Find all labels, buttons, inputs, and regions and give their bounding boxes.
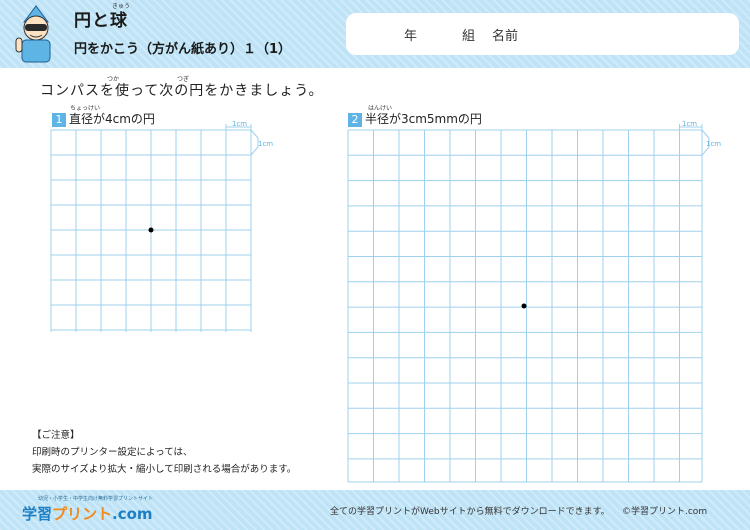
center-point <box>521 303 527 309</box>
grid-1-unit-top: 1cm <box>232 120 248 128</box>
notice: 【ご注意】 印刷時のプリンター設定によっては、 実際のサイズより拡大・縮小して印… <box>32 427 296 478</box>
footer-message: 全ての学習プリントがWebサイトから無料でダウンロードできます。 <box>330 507 610 517</box>
mascot-icon <box>15 5 51 63</box>
page-title: 円と球 <box>74 11 128 31</box>
grid-2-unit-side: 1cm <box>706 140 722 148</box>
footer-site[interactable]: ©学習プリント.com <box>622 504 707 517</box>
site-logo[interactable]: 学習プリント.com <box>22 503 153 524</box>
grid-2-unit-top: 1cm <box>682 120 698 128</box>
logo-text-2: プリント <box>52 505 113 523</box>
logo-tagline: 幼児・小学生・中学生向け無料学習プリントサイト <box>38 496 154 502</box>
grid-2 <box>347 124 710 483</box>
worksheet-page: きゅう 円と球 円をかこう（方がん紙あり）１（1） 年 組 名前 つか つぎ コ… <box>0 0 750 530</box>
page-subtitle: 円をかこう（方がん紙あり）１（1） <box>74 42 292 57</box>
grid-1 <box>50 124 259 332</box>
notice-line-1: 印刷時のプリンター設定によっては、 <box>32 447 193 458</box>
name-label: 名前 <box>492 29 519 44</box>
name-box: 年 組 名前 <box>346 13 739 55</box>
grid-1-unit-side: 1cm <box>258 140 274 148</box>
logo-text-3: .com <box>112 505 153 523</box>
instruction-text: コンパスを使って次の円をかきましょう。 <box>40 83 324 99</box>
year-label: 年 <box>404 29 418 44</box>
center-point <box>148 227 154 233</box>
logo-text-1: 学習 <box>22 505 53 523</box>
notice-line-2: 実際のサイズより拡大・縮小して印刷される場合があります。 <box>32 464 297 475</box>
notice-heading: 【ご注意】 <box>32 430 80 441</box>
class-label: 組 <box>462 29 476 44</box>
